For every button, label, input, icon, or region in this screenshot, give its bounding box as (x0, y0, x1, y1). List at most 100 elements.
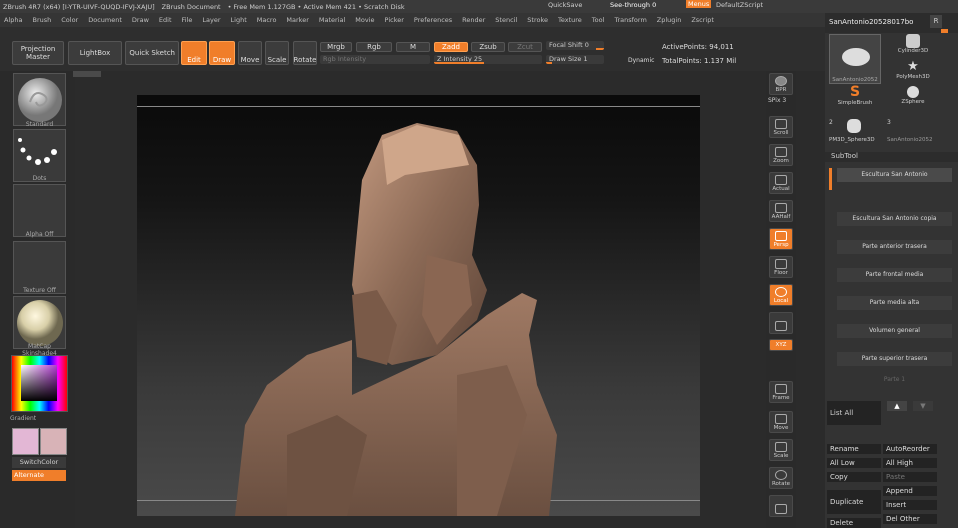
canvas-viewport[interactable] (137, 95, 700, 516)
paste-button[interactable]: Paste (883, 472, 937, 482)
rotate-button[interactable]: Rotate (293, 41, 317, 65)
zadd-button[interactable]: Zadd (434, 42, 468, 52)
menu-zplugin[interactable]: Zplugin (657, 16, 682, 24)
sculpture-model[interactable] (137, 95, 700, 516)
rgb-button[interactable]: Rgb (356, 42, 392, 52)
scale-view-button[interactable]: Scale (769, 439, 793, 461)
menu-alpha[interactable]: Alpha (4, 16, 22, 24)
menu-movie[interactable]: Movie (355, 16, 374, 24)
draw-size-slider[interactable]: Draw Size 1 (546, 55, 604, 64)
edit-button[interactable]: Edit (181, 41, 207, 65)
tool-thumb-simplebrush[interactable]: S SimpleBrush (829, 85, 881, 111)
floor-button[interactable]: Floor (769, 256, 793, 278)
move-up-arrow-icon[interactable]: ▲ (887, 401, 907, 411)
switchcolor-button[interactable]: SwitchColor (12, 457, 66, 468)
menu-zscript[interactable]: Zscript (691, 16, 714, 24)
brush-thumbnail[interactable] (13, 73, 66, 126)
menu-brush[interactable]: Brush (32, 16, 51, 24)
canvas-scroll-tab[interactable] (73, 71, 101, 77)
tool-thumb-polymesh[interactable]: ★ PolyMesh3D (887, 60, 939, 84)
menu-texture[interactable]: Texture (558, 16, 582, 24)
quick-sketch-button[interactable]: Quick Sketch (125, 41, 179, 65)
copy-button[interactable]: Copy (827, 472, 881, 482)
m-button[interactable]: M (396, 42, 430, 52)
duplicate-button[interactable]: Duplicate (827, 490, 881, 514)
symmetry-button[interactable] (769, 312, 793, 334)
frame-button[interactable]: Frame (769, 381, 793, 403)
tool-thumb-cylinder[interactable]: Cylinder3D (887, 34, 939, 58)
append-button[interactable]: Append (883, 486, 937, 496)
pm3d-sphere-label[interactable]: PM3D_Sphere3D (829, 137, 875, 143)
xyz-button[interactable]: XYZ (769, 339, 793, 351)
menu-stroke[interactable]: Stroke (527, 16, 548, 24)
autoreorder-button[interactable]: AutoReorder (883, 444, 937, 454)
z-intensity-slider[interactable]: Z Intensity 25 (434, 55, 542, 64)
mrgb-button[interactable]: Mrgb (320, 42, 352, 52)
tool-r-button[interactable]: R (930, 15, 942, 28)
menu-layer[interactable]: Layer (202, 16, 220, 24)
rgb-intensity-slider[interactable]: Rgb Intensity (320, 55, 430, 64)
polyframe-button[interactable] (769, 495, 793, 517)
rename-button[interactable]: Rename (827, 444, 881, 454)
subtool-header[interactable]: SubTool (825, 152, 958, 162)
local-button[interactable]: Local (769, 284, 793, 306)
zsub-button[interactable]: Zsub (471, 42, 505, 52)
subtool-item[interactable]: Parte media alta (837, 296, 952, 310)
subtool-item[interactable]: Parte anterior trasera (837, 240, 952, 254)
delete-button[interactable]: Delete (827, 518, 881, 528)
subtool-item[interactable]: Volumen general (837, 324, 952, 338)
material-thumbnail[interactable] (13, 296, 66, 349)
main-color-swatch[interactable] (12, 428, 39, 455)
insert-button[interactable]: Insert (883, 500, 937, 510)
sanantonio-short-label[interactable]: SanAntonio2052 (887, 137, 933, 143)
menu-marker[interactable]: Marker (286, 16, 308, 24)
del-other-button[interactable]: Del Other (883, 514, 937, 524)
menu-render[interactable]: Render (462, 16, 485, 24)
menus-button[interactable]: Menus (686, 0, 712, 8)
menu-material[interactable]: Material (319, 16, 345, 24)
subtool-item[interactable]: Escultura San Antonio copia (837, 212, 952, 226)
color-saturation-square[interactable] (21, 365, 57, 401)
list-all-button[interactable]: List All (827, 401, 881, 425)
bpr-button[interactable]: BPR (769, 73, 793, 95)
draw-button[interactable]: Draw (209, 41, 235, 65)
menu-color[interactable]: Color (61, 16, 78, 24)
default-zscript-button[interactable]: DefaultZScript (716, 1, 763, 9)
move-down-arrow-icon[interactable]: ▼ (913, 401, 933, 411)
subtool-item[interactable]: Parte frontal media (837, 268, 952, 282)
secondary-color-swatch[interactable] (40, 428, 67, 455)
color-picker[interactable] (11, 355, 68, 412)
menu-picker[interactable]: Picker (385, 16, 404, 24)
menu-tool[interactable]: Tool (592, 16, 605, 24)
zoom-button[interactable]: Zoom (769, 144, 793, 166)
subtool-item[interactable]: Parte 1 (837, 373, 952, 387)
scroll-button[interactable]: Scroll (769, 116, 793, 138)
dynamic-toggle[interactable]: Dynamic (628, 57, 654, 64)
menu-file[interactable]: File (182, 16, 193, 24)
menu-edit[interactable]: Edit (159, 16, 172, 24)
alpha-thumbnail[interactable] (13, 184, 66, 237)
projection-master-button[interactable]: Projection Master (12, 41, 64, 65)
tool-thumb-zsphere[interactable]: ZSphere (887, 85, 939, 111)
subtool-item[interactable]: Parte superior trasera (837, 352, 952, 366)
menu-draw[interactable]: Draw (132, 16, 149, 24)
seethrough-slider[interactable]: See-through 0 (610, 1, 656, 9)
actual-button[interactable]: Actual (769, 172, 793, 194)
menu-preferences[interactable]: Preferences (414, 16, 452, 24)
menu-transform[interactable]: Transform (614, 16, 646, 24)
lightbox-button[interactable]: LightBox (68, 41, 122, 65)
move-view-button[interactable]: Move (769, 411, 793, 433)
scale-button[interactable]: Scale (265, 41, 289, 65)
menu-document[interactable]: Document (88, 16, 122, 24)
rotate-view-button[interactable]: Rotate (769, 467, 793, 489)
spix-label[interactable]: SPix 3 (768, 97, 786, 104)
alternate-button[interactable]: Alternate (12, 470, 66, 481)
focal-shift-slider[interactable]: Focal Shift 0 (546, 41, 604, 50)
menu-macro[interactable]: Macro (257, 16, 277, 24)
all-low-button[interactable]: All Low (827, 458, 881, 468)
tool-thumb-sanantonio[interactable]: SanAntonio2052 (829, 34, 881, 84)
aahalf-button[interactable]: AAHalf (769, 200, 793, 222)
menu-light[interactable]: Light (231, 16, 247, 24)
menu-stencil[interactable]: Stencil (495, 16, 517, 24)
quicksave-button[interactable]: QuickSave (548, 1, 582, 9)
